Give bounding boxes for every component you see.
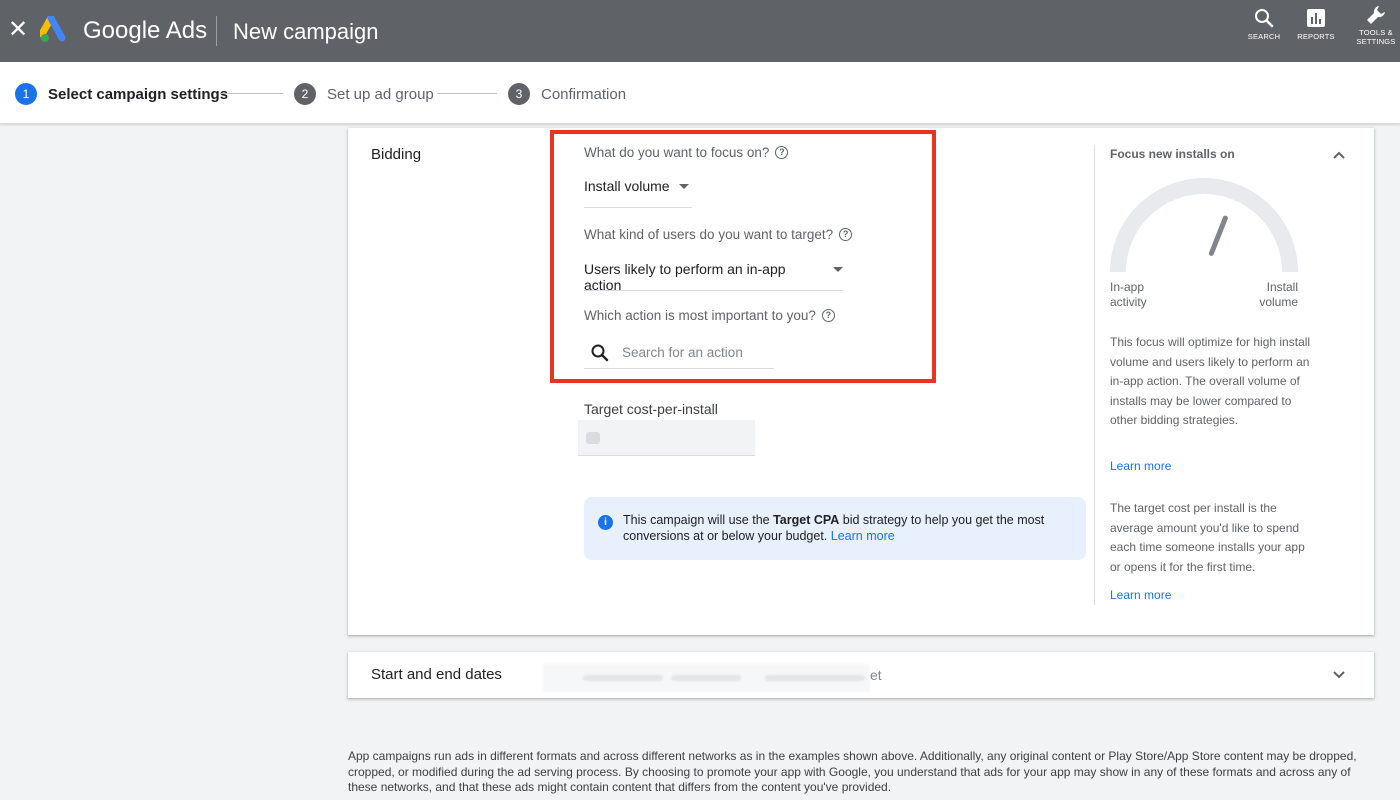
reports-button-label: REPORTS	[1297, 32, 1335, 41]
learn-more-link-2[interactable]: Learn more	[1110, 588, 1171, 602]
redacted-dates	[543, 664, 870, 692]
step-connector	[437, 93, 497, 94]
info-strategy-name: Target CPA	[773, 513, 840, 527]
gauge-needle	[1208, 215, 1228, 256]
reports-icon	[1307, 9, 1325, 27]
focus-gauge	[1110, 178, 1298, 273]
tools-settings-button[interactable]: TOOLS & SETTINGS	[1352, 4, 1400, 50]
redacted-value	[586, 432, 600, 444]
gauge-right-label: Install volume	[1240, 280, 1298, 310]
title-divider	[216, 16, 217, 46]
reports-button[interactable]: REPORTS	[1294, 8, 1338, 54]
step-set-up-ad-group[interactable]: 2 Set up ad group	[294, 82, 434, 106]
focus-description: This focus will optimize for high instal…	[1110, 335, 1311, 427]
search-button-label: SEARCH	[1247, 32, 1281, 41]
panel-divider	[1094, 145, 1095, 605]
bidding-section-title: Bidding	[371, 146, 422, 163]
top-app-bar: ✕ Google Ads New campaign SEARCH REPORTS…	[0, 0, 1400, 62]
target-cpi-input[interactable]	[578, 420, 755, 456]
chevron-down-icon[interactable]	[1331, 669, 1347, 681]
step-label: Select campaign settings	[48, 85, 229, 103]
annotation-highlight-box	[550, 130, 936, 383]
step-number: 3	[508, 83, 530, 105]
step-connector	[221, 93, 283, 94]
info-text: This campaign will use the Target CPA bi…	[623, 512, 1073, 544]
search-icon	[1255, 9, 1274, 28]
learn-more-link-1[interactable]: Learn more	[1110, 459, 1171, 473]
bid-strategy-info-box: i This campaign will use the Target CPA …	[584, 497, 1086, 560]
chevron-up-icon[interactable]	[1331, 149, 1347, 161]
tools-button-label: TOOLS &	[1359, 28, 1393, 37]
target-cpi-description: The target cost per install is the avera…	[1110, 501, 1305, 574]
step-select-campaign-settings[interactable]: 1 Select campaign settings	[15, 82, 228, 106]
gauge-left-label: In-app activity	[1110, 280, 1147, 310]
info-text-prefix: This campaign will use the	[623, 513, 774, 527]
info-learn-more-link[interactable]: Learn more	[831, 529, 895, 543]
dates-visible-tail: et	[870, 667, 882, 683]
step-label: Confirmation	[541, 85, 627, 103]
step-confirmation[interactable]: 3 Confirmation	[508, 82, 626, 106]
footer-disclaimer: App campaigns run ads in different forma…	[348, 749, 1357, 794]
gauge-left-line2: activity	[1110, 295, 1147, 309]
panel-title: Focus new installs on	[1110, 147, 1235, 161]
wrench-icon	[1367, 6, 1385, 24]
dates-section-title: Start and end dates	[371, 666, 502, 683]
gauge-right-line2: volume	[1259, 295, 1298, 309]
google-ads-logo	[40, 16, 66, 42]
page-title: New campaign	[233, 19, 379, 44]
brand-name: Google Ads	[83, 17, 208, 44]
tools-button-label-2: SETTINGS	[1356, 37, 1396, 46]
step-number: 2	[294, 83, 316, 105]
target-cpi-label: Target cost-per-install	[584, 401, 718, 417]
gauge-right-line1: Install	[1266, 280, 1298, 294]
info-icon: i	[598, 515, 613, 530]
gauge-left-line1: In-app	[1110, 280, 1145, 294]
close-icon[interactable]: ✕	[8, 18, 28, 42]
step-number: 1	[15, 83, 37, 105]
search-button[interactable]: SEARCH	[1244, 8, 1284, 54]
step-label: Set up ad group	[327, 85, 434, 103]
